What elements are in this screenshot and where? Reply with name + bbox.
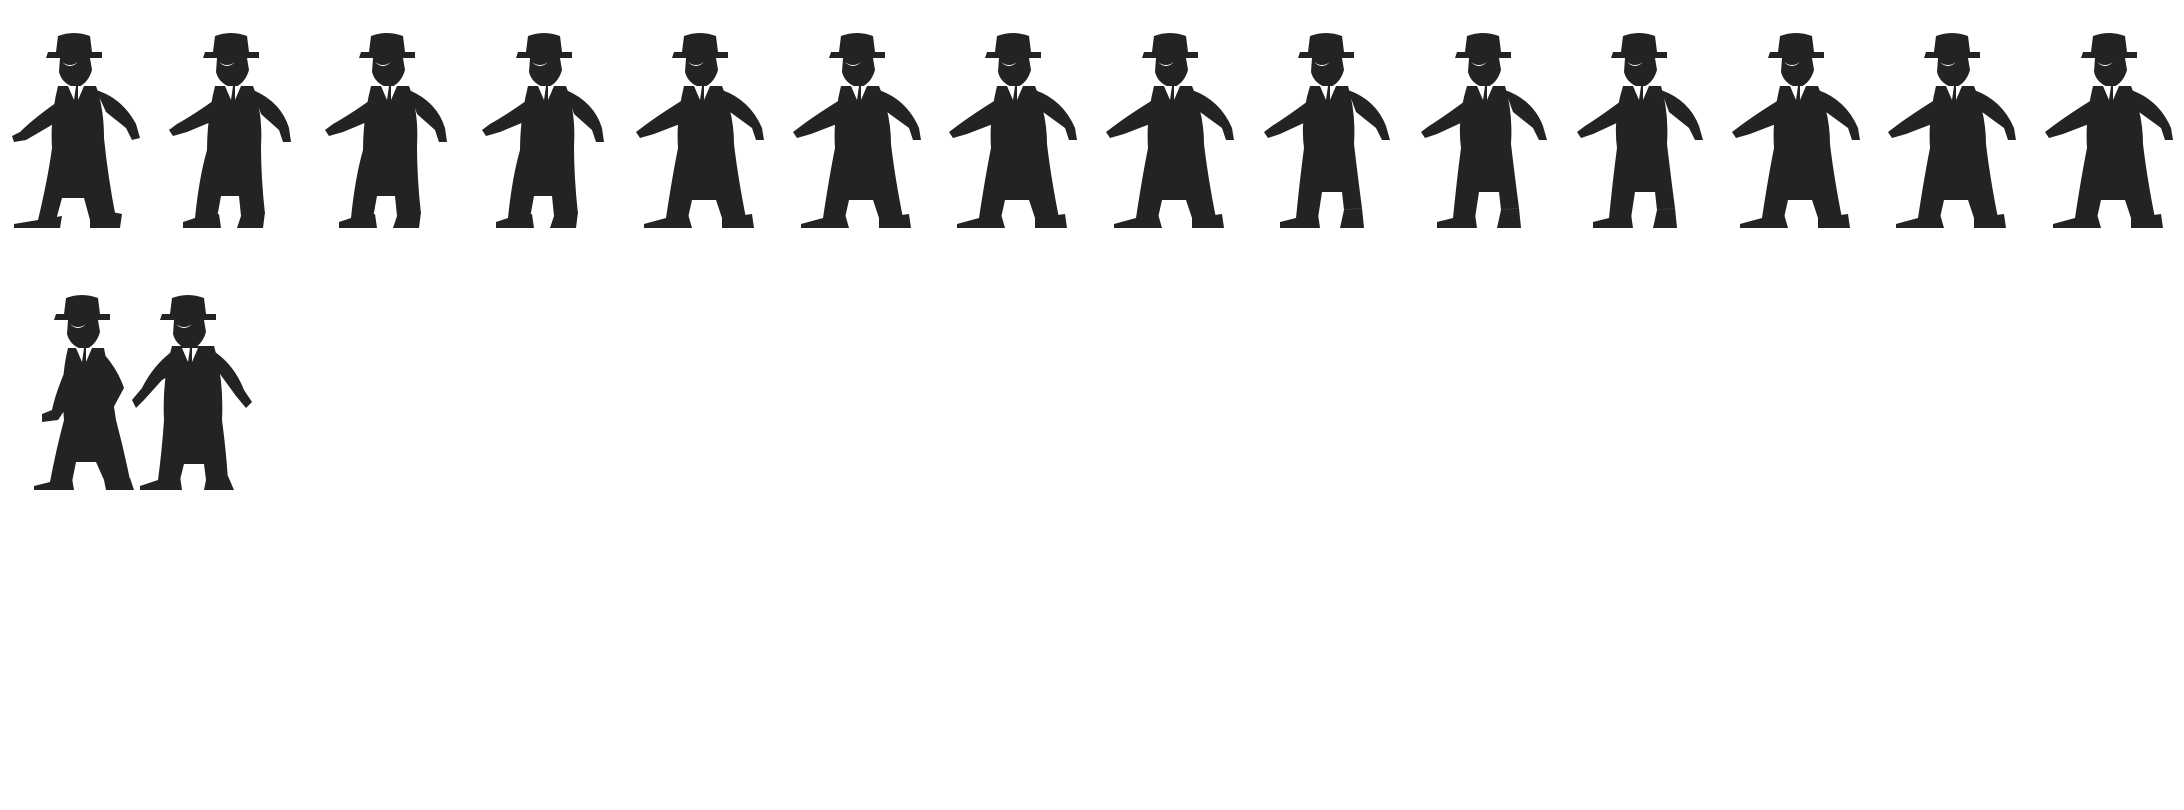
sprite-frame-4 — [474, 28, 634, 248]
sprite-frame-13 — [1882, 28, 2042, 248]
spy-silhouette-icon — [1731, 33, 1860, 228]
sprite-frame-6 — [787, 28, 947, 248]
spy-silhouette-icon — [1888, 33, 2016, 228]
spy-silhouette-icon — [636, 33, 764, 228]
spy-silhouette-icon — [949, 33, 1077, 228]
sprite-frame-12 — [1726, 28, 1886, 248]
sprite-frame-16 — [118, 290, 278, 510]
spy-silhouette-icon — [1420, 33, 1547, 228]
spy-silhouette-icon — [1264, 33, 1390, 228]
sprite-frame-1 — [4, 28, 164, 248]
sprite-frame-2 — [161, 28, 321, 248]
sprite-frame-11 — [1569, 28, 1729, 248]
sprite-frame-3 — [317, 28, 477, 248]
sprite-frame-14 — [2039, 28, 2184, 248]
spy-silhouette-icon — [132, 295, 252, 490]
spy-silhouette-icon — [325, 33, 447, 228]
sprite-frame-10 — [1413, 28, 1573, 248]
spy-silhouette-icon — [481, 33, 604, 228]
sprite-frame-8 — [1100, 28, 1260, 248]
sprite-sheet — [0, 0, 2184, 810]
sprite-frame-5 — [630, 28, 790, 248]
sprite-frame-9 — [1256, 28, 1416, 248]
sprite-frame-7 — [943, 28, 1103, 248]
spy-silhouette-icon — [168, 33, 291, 228]
spy-silhouette-icon — [1577, 33, 1703, 228]
spy-silhouette-icon — [1105, 33, 1234, 228]
spy-silhouette-icon — [792, 33, 921, 228]
spy-silhouette-icon — [2044, 33, 2173, 228]
spy-silhouette-icon — [12, 33, 140, 228]
